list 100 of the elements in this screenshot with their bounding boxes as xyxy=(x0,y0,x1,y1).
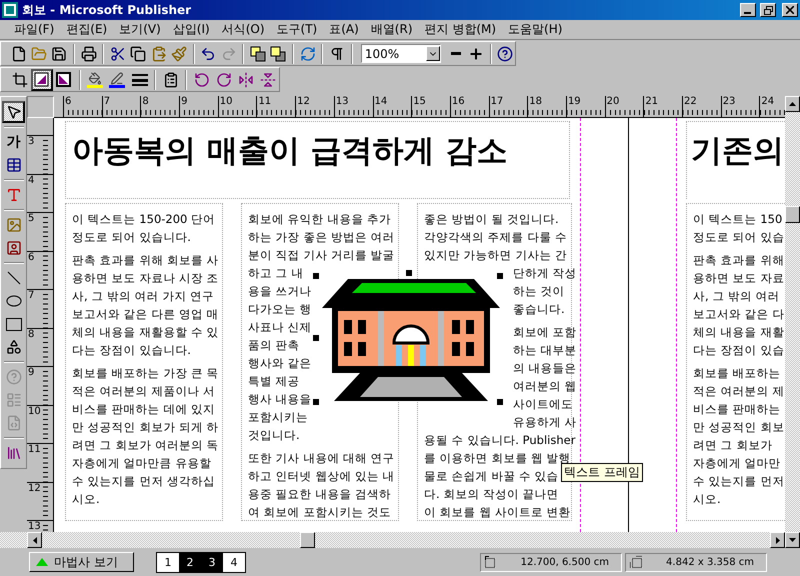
text-line: 이 텍스트는 150 xyxy=(693,211,782,228)
menu-item[interactable]: 파일(F) xyxy=(8,21,60,38)
ruler-number: 6 xyxy=(64,96,72,108)
undo-icon xyxy=(200,46,216,62)
scroll-down-button[interactable] xyxy=(785,532,800,548)
menu-item[interactable]: 보기(V) xyxy=(113,21,167,38)
text-line: 만 성공적인 회보 xyxy=(693,419,784,436)
folder-icon xyxy=(31,46,48,62)
clipboard-icon xyxy=(150,46,167,62)
flip-horizontal-icon xyxy=(238,72,254,88)
text-line: 단하게 작성 xyxy=(513,265,577,282)
text-line: 포함시키는 xyxy=(248,409,308,426)
ruler-number: 7 xyxy=(102,96,112,108)
text-line: 행사 내용을 xyxy=(248,391,312,408)
text-line: 다. 회보의 작성이 끝나면 xyxy=(424,486,559,503)
page-tab[interactable]: 1 xyxy=(157,552,179,572)
minimize-button[interactable] xyxy=(740,3,756,17)
text-line: 용하면 보도 자료 xyxy=(693,270,784,287)
text-line: 하는 것이 xyxy=(513,283,565,300)
text-line: 하는 가장 좋은 방법은 여러 xyxy=(248,229,395,246)
scissors-icon xyxy=(110,46,126,62)
text-line: 판촉 효과를 위해 회보를 사 xyxy=(72,252,219,269)
ruler-number: 13 xyxy=(334,96,350,108)
text-line: 회보에 유익한 내용을 추가 xyxy=(248,211,391,228)
ruler-number: 4 xyxy=(27,174,36,186)
shadow-button[interactable] xyxy=(31,68,53,90)
menu-item[interactable]: 서식(O) xyxy=(216,21,271,38)
text-line: 시오. xyxy=(693,491,721,508)
ruler-number: 20 xyxy=(606,96,620,108)
text-line: 체의 내용을 재활 xyxy=(693,324,784,341)
table-icon xyxy=(6,157,22,173)
ruler-corner xyxy=(27,96,54,118)
paint-bucket-icon xyxy=(87,72,104,88)
text-line: 사이트에도 xyxy=(513,396,573,413)
overlapping-squares-icon xyxy=(250,46,266,62)
page-tab[interactable]: 3 xyxy=(201,552,223,572)
restore-button[interactable] xyxy=(760,3,776,17)
scroll-right-button[interactable] xyxy=(770,532,785,548)
menu-item[interactable]: 표(A) xyxy=(323,21,365,38)
triangle-icon xyxy=(36,558,48,566)
text-line: 보고서와 같은 다 xyxy=(693,306,784,323)
wizard-button[interactable]: 마법사 보기 xyxy=(29,552,134,572)
ruler-number: 8 xyxy=(27,328,36,340)
dropdown-button[interactable] xyxy=(426,46,440,61)
menu-item[interactable]: 편집(E) xyxy=(60,21,114,38)
ruler-number: 9 xyxy=(180,96,188,108)
down-arrow-icon xyxy=(789,538,796,542)
position-field: 12.700, 6.500 cm xyxy=(480,552,622,572)
text-line: 행사와 같은 xyxy=(248,355,312,372)
app-icon xyxy=(2,2,18,18)
menu-item[interactable]: 배열(R) xyxy=(364,21,418,38)
selection-handle xyxy=(497,273,503,279)
text-line: 용중 필요한 내용을 검색하 xyxy=(248,486,391,503)
help-icon xyxy=(497,46,514,62)
scroll-left-button[interactable] xyxy=(27,532,42,548)
ruler-number: 11 xyxy=(27,444,42,456)
brush-icon xyxy=(171,46,188,62)
pointer-tool[interactable] xyxy=(2,101,25,123)
text-line: 사표나 신제 xyxy=(248,319,312,336)
crop-icon xyxy=(12,72,28,88)
zoom-combo[interactable]: 100% xyxy=(360,44,441,63)
text-tool[interactable]: 가 xyxy=(2,131,25,153)
text-line: 다가오는 행 xyxy=(248,301,312,318)
page-tab[interactable]: 2 xyxy=(179,552,201,572)
text-line: 수 있는지를 먼저 xyxy=(693,473,784,490)
text-line: 특별 제공 xyxy=(248,373,300,390)
overlapping-squares-icon xyxy=(270,46,286,62)
text-line: 다는 장점이 있습니다. xyxy=(72,342,191,359)
letter-icon xyxy=(6,187,22,203)
menu-item[interactable]: 편지 병합(M) xyxy=(418,21,502,38)
text-line: 의 내용들은 xyxy=(513,360,577,377)
plus-icon xyxy=(468,46,484,62)
text-line: 시오. xyxy=(72,491,100,508)
page-tab[interactable]: 4 xyxy=(223,552,245,572)
selection-handle xyxy=(313,335,319,341)
text-line: 비스를 판매하는 xyxy=(693,401,781,418)
text-line: 이 회보를 웹 사이트로 변환 xyxy=(424,504,571,521)
menu-item[interactable]: 도구(T) xyxy=(270,21,324,38)
redo-icon xyxy=(220,46,237,62)
ruler-number: 17 xyxy=(490,96,504,108)
scroll-thumb[interactable] xyxy=(300,532,315,548)
scroll-up-button[interactable] xyxy=(785,96,800,112)
text-line: 자층에게 얼마만 xyxy=(693,455,781,472)
clipboard-icon xyxy=(162,72,179,88)
text-line: 유용하게 사 xyxy=(513,414,577,431)
close-button[interactable] xyxy=(782,3,798,17)
library-icon xyxy=(6,445,22,461)
text-line: 좋은 방법이 될 것입니다. xyxy=(424,211,559,228)
text-line: 려면 그 회보가 여러분의 독 xyxy=(72,437,219,454)
up-arrow-icon xyxy=(789,102,796,106)
file-icon xyxy=(10,46,27,62)
ruler-number: 22 xyxy=(683,96,698,108)
menu-item[interactable]: 삽입(I) xyxy=(166,21,216,38)
rotate-left-icon xyxy=(194,72,210,88)
menu-item[interactable]: 도움말(H) xyxy=(502,21,568,38)
printer-icon xyxy=(80,46,97,62)
text-line: 있지만 가능하면 기사는 간 xyxy=(424,247,567,264)
scroll-thumb[interactable] xyxy=(785,206,800,223)
selection-handle xyxy=(313,399,319,405)
text-line: 만 성공적인 회보가 되게 하 xyxy=(72,419,219,436)
